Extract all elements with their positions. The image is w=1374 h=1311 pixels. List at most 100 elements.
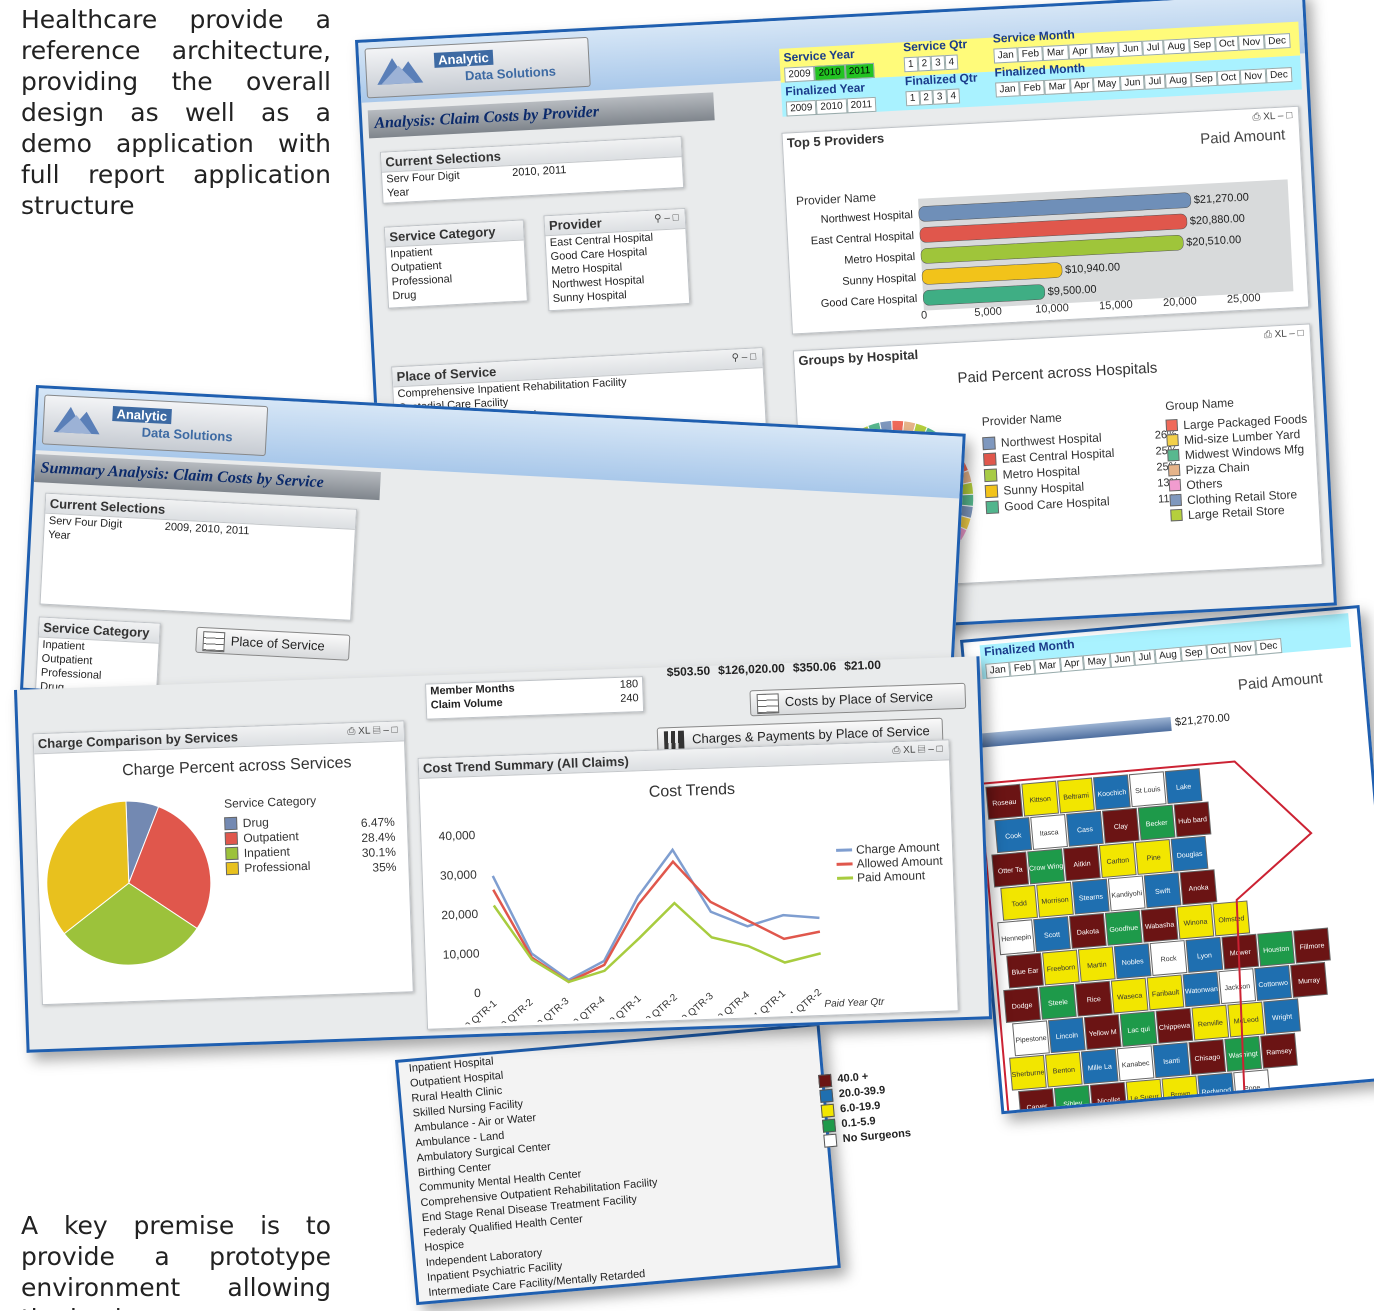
provider-list[interactable]: Provider ⚲ – □ East Central Hospital Good… xyxy=(543,207,691,312)
print-icon[interactable]: ⎙ xyxy=(892,745,900,756)
legend-swatch xyxy=(1165,418,1179,432)
chart-type-icon[interactable]: ▤ xyxy=(918,744,926,755)
filter-chip[interactable]: Jun xyxy=(1109,650,1136,668)
filter-chip[interactable]: Jul xyxy=(1144,73,1166,90)
filter-chip[interactable]: Oct xyxy=(1205,642,1231,660)
maximize-icon[interactable]: □ xyxy=(391,725,397,736)
print-icon[interactable]: ⎙ xyxy=(347,726,355,737)
xl-icon[interactable]: XL xyxy=(1263,111,1275,123)
minimize-icon[interactable]: – xyxy=(383,725,389,736)
summary-figure: $350.06 xyxy=(792,659,837,675)
costs-by-place-button[interactable]: Costs by Place of Service xyxy=(749,682,967,717)
data-label: $9,500.00 xyxy=(1047,284,1096,299)
filter-chip[interactable]: Jan xyxy=(985,661,1011,679)
tick-label: 40,000 xyxy=(438,828,475,843)
county-label: Swift xyxy=(1155,888,1171,896)
chart-title: Cost Trends xyxy=(649,781,736,801)
filter-chip[interactable]: 3 xyxy=(932,89,947,105)
filter-chip[interactable]: May xyxy=(1093,76,1121,93)
filter-chip[interactable]: 4 xyxy=(944,54,959,71)
panel-tools[interactable]: ⎙ XL – □ xyxy=(1252,110,1292,123)
filter-chip[interactable]: Sep xyxy=(1190,70,1218,88)
chart-type-icon[interactable]: ▤ xyxy=(373,725,381,736)
filter-chip[interactable]: 4 xyxy=(946,88,961,105)
place-of-service-button[interactable]: Place of Service xyxy=(195,626,351,661)
county-label: Rock xyxy=(1160,955,1177,963)
filter-chip[interactable]: Apr xyxy=(1059,655,1085,673)
tick-label: 15,000 xyxy=(1099,299,1133,313)
legend-label: Metro Hospital xyxy=(1002,464,1080,482)
filter-chip[interactable]: 1 xyxy=(905,90,920,107)
legend-label: Others xyxy=(1186,476,1223,492)
filter-chip[interactable]: Jan xyxy=(993,47,1019,64)
filter-chip[interactable]: 2011 xyxy=(844,62,875,80)
county-label: Brown xyxy=(1170,1091,1190,1100)
tick-label: 25,000 xyxy=(1227,292,1261,306)
logo-text-data-solutions: Data Solutions xyxy=(464,63,557,84)
service-category-list[interactable]: Service Category Inpatient Outpatient Prof… xyxy=(383,219,528,309)
filter-chip[interactable]: Jun xyxy=(1119,74,1145,91)
filter-chip[interactable]: Sep xyxy=(1180,644,1208,662)
filter-chip[interactable]: 2010 xyxy=(814,64,846,81)
panel-tools[interactable]: ⎙ XL ▤ – □ xyxy=(892,744,943,757)
filter-chip[interactable]: 2009 xyxy=(785,99,817,117)
filter-chip[interactable]: Feb xyxy=(1019,79,1046,97)
filter-chip[interactable]: Apr xyxy=(1067,43,1093,60)
filter-chip[interactable]: Dec xyxy=(1263,33,1291,50)
filter-chip[interactable]: Mar xyxy=(1042,44,1069,62)
minimize-icon[interactable]: – xyxy=(1278,111,1284,122)
tick-label: 10,000 xyxy=(443,946,480,961)
filter-chip[interactable]: 3 xyxy=(930,55,946,71)
filter-chip[interactable]: Aug xyxy=(1163,38,1190,55)
filter-chip[interactable]: 1 xyxy=(903,56,918,73)
search-icon[interactable]: ⚲ – □ xyxy=(654,212,679,224)
filter-chip[interactable]: May xyxy=(1091,42,1120,59)
filter-chip[interactable]: Jul xyxy=(1142,39,1164,56)
filter-chip[interactable]: 2 xyxy=(918,89,934,106)
filter-chip[interactable]: Jan xyxy=(995,81,1020,98)
minimize-icon[interactable]: – xyxy=(928,744,934,755)
legend-label: 40.0 + xyxy=(837,1070,869,1086)
print-icon[interactable]: ⎙ xyxy=(1264,329,1273,340)
filter-chip[interactable]: 2011 xyxy=(846,96,877,114)
filter-chip[interactable]: Dec xyxy=(1255,638,1283,656)
print-icon[interactable]: ⎙ xyxy=(1252,112,1261,123)
panel-tools[interactable]: ⎙ XL ▤ – □ xyxy=(347,725,398,738)
percent-label: 28.4% xyxy=(361,830,396,845)
filter-chip[interactable]: Feb xyxy=(1009,659,1036,677)
filter-chip[interactable]: Oct xyxy=(1214,35,1239,52)
filter-chip[interactable]: 2009 xyxy=(784,66,816,83)
maximize-icon[interactable]: □ xyxy=(1297,328,1304,339)
minimize-icon[interactable]: – xyxy=(1289,328,1295,339)
filter-chip[interactable]: May xyxy=(1082,652,1112,671)
maximize-icon[interactable]: □ xyxy=(1286,110,1293,121)
filter-chip[interactable]: Sep xyxy=(1188,37,1216,54)
panel-tools[interactable]: ⎙ XL – □ xyxy=(1264,328,1304,341)
filter-chip[interactable]: Feb xyxy=(1017,46,1044,63)
county-label: Le Sueur xyxy=(1130,1093,1160,1103)
filter-chip[interactable]: 2 xyxy=(917,55,932,72)
filter-chip[interactable]: Dec xyxy=(1265,67,1293,84)
filter-chip[interactable]: Apr xyxy=(1069,77,1094,94)
legend-title: Provider Name xyxy=(981,411,1062,429)
filter-chip[interactable]: Aug xyxy=(1164,72,1192,89)
filter-chip[interactable]: Aug xyxy=(1154,646,1182,665)
filter-chip[interactable]: Nov xyxy=(1239,68,1267,85)
filter-chip[interactable]: Jul xyxy=(1133,649,1156,666)
filter-chip[interactable]: Nov xyxy=(1229,640,1257,658)
xl-icon[interactable]: XL xyxy=(903,745,915,756)
filter-chip[interactable]: Mar xyxy=(1044,78,1071,95)
filter-chip[interactable]: Nov xyxy=(1238,34,1265,51)
search-icon[interactable]: ⚲ – □ xyxy=(731,351,756,363)
legend-swatch xyxy=(1169,493,1183,507)
xl-icon[interactable]: XL xyxy=(1274,329,1286,341)
county-label: Aitkin xyxy=(1073,860,1091,868)
filter-chip[interactable]: Oct xyxy=(1216,69,1241,86)
filter-chip[interactable]: Jun xyxy=(1118,40,1144,58)
filter-chip[interactable]: Mar xyxy=(1034,657,1061,675)
logo-text-analytic: Analytic xyxy=(433,49,494,68)
maximize-icon[interactable]: □ xyxy=(936,744,942,755)
xl-icon[interactable]: XL xyxy=(358,726,370,737)
legend-swatch xyxy=(1168,478,1182,492)
filter-chip[interactable]: 2010 xyxy=(816,98,848,115)
